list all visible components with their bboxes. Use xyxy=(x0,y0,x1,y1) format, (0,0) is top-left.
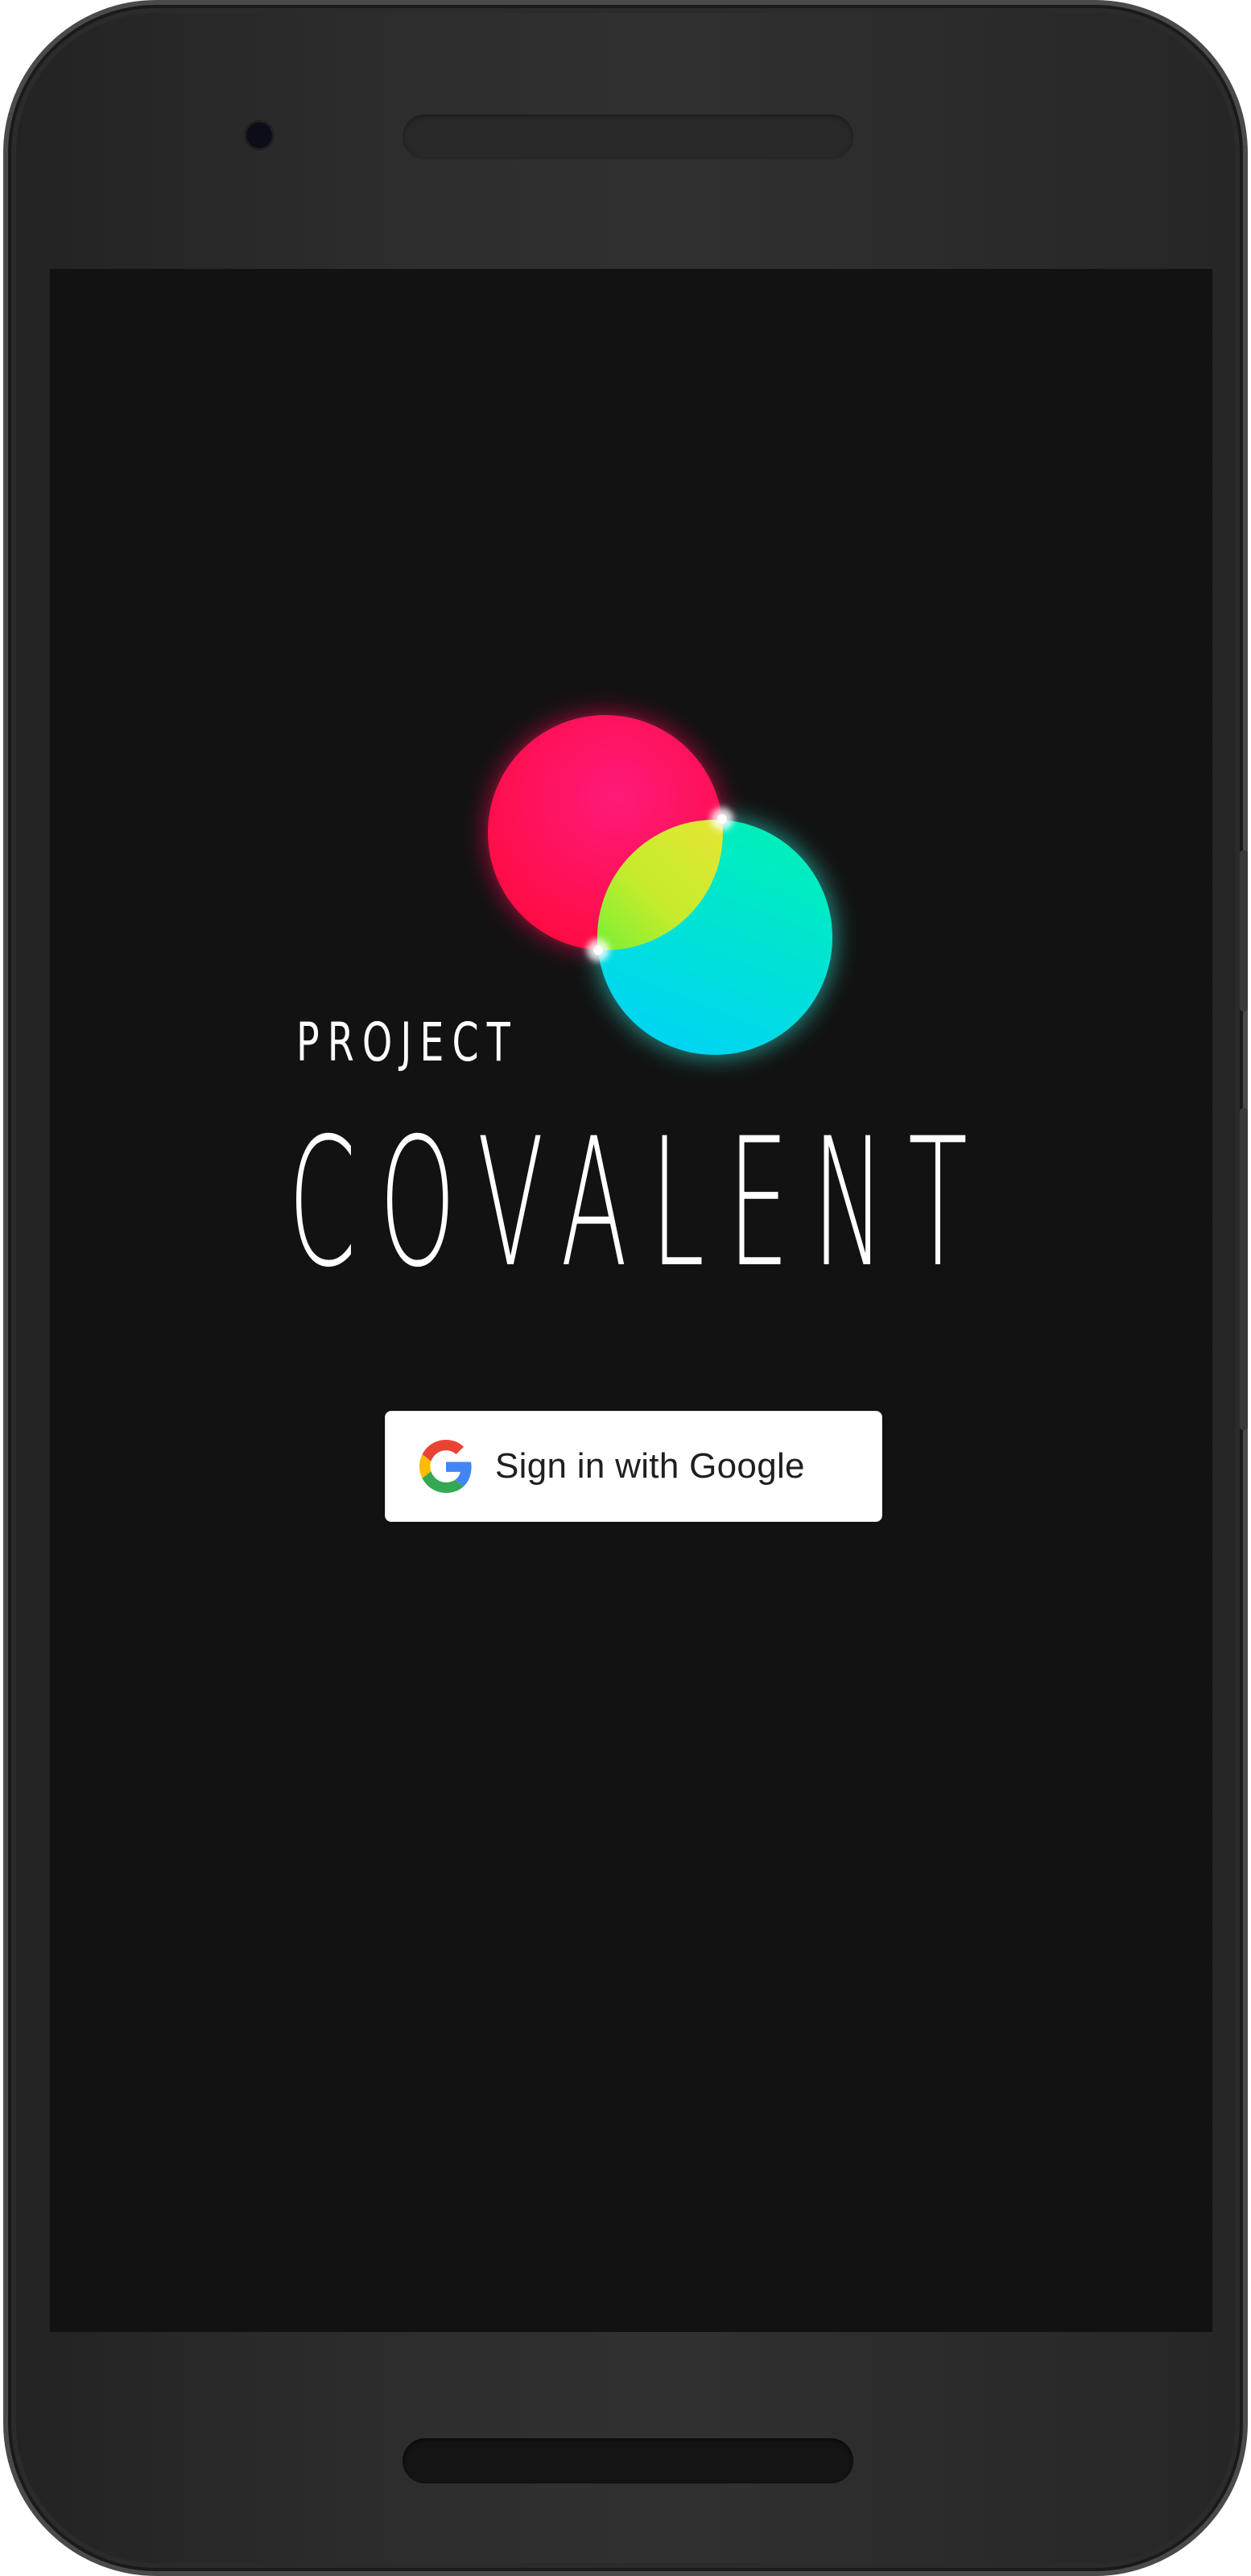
sparkle-top-core xyxy=(717,814,727,824)
volume-button xyxy=(1240,1108,1248,1430)
bottom-speaker xyxy=(403,2438,853,2483)
front-camera xyxy=(246,122,272,148)
sign-in-label: Sign in with Google xyxy=(495,1446,805,1486)
title-covalent: COVALENT xyxy=(288,1100,991,1306)
sign-in-with-google-button[interactable]: Sign in with Google xyxy=(385,1411,882,1522)
app-screen: PROJECT COVALENT Sign in with Google xyxy=(50,269,1212,2332)
power-button xyxy=(1240,850,1248,1011)
sparkle-bottom-core xyxy=(593,945,603,955)
google-g-icon xyxy=(419,1440,472,1493)
top-speaker xyxy=(403,114,853,159)
title-project: PROJECT xyxy=(296,1011,518,1073)
phone-frame: PROJECT COVALENT Sign in with Google xyxy=(3,0,1248,2576)
